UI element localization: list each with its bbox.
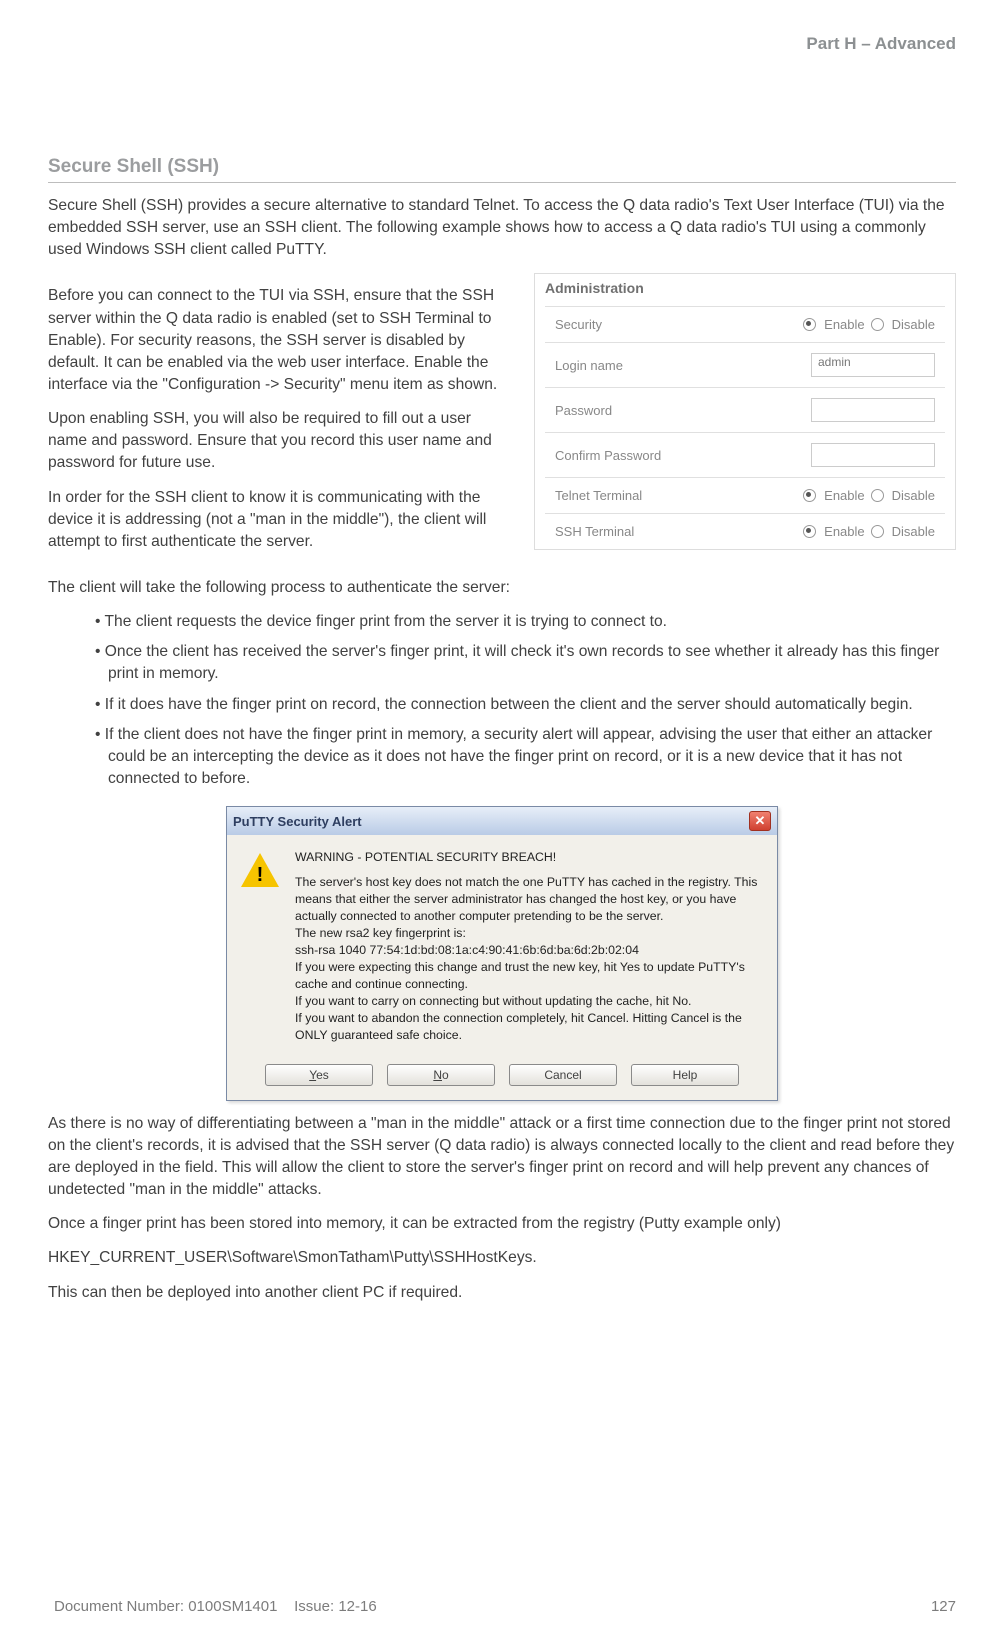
dialog-line: The server's host key does not match the…: [295, 874, 759, 925]
admin-row-ssh: SSH Terminal Enable Disable: [545, 513, 945, 549]
option-enable: Enable: [824, 317, 864, 332]
paragraph-3: Upon enabling SSH, you will also be requ…: [48, 408, 514, 474]
yes-button[interactable]: Yes: [265, 1064, 373, 1086]
label-confirmpassword: Confirm Password: [555, 448, 661, 463]
admin-row-confirmpassword: Confirm Password: [545, 432, 945, 477]
issue: Issue: 12-16: [294, 1598, 377, 1615]
putty-dialog: PuTTY Security Alert ✕ WARNING - POTENTI…: [226, 806, 778, 1101]
radio-ssh-disable[interactable]: [871, 525, 884, 538]
paragraph-4: In order for the SSH client to know it i…: [48, 487, 514, 553]
radio-security-enable[interactable]: [803, 318, 816, 331]
label-password: Password: [555, 403, 612, 418]
input-loginname[interactable]: admin: [811, 353, 935, 377]
label-loginname: Login name: [555, 358, 623, 373]
dialog-line: If you want to abandon the connection co…: [295, 1010, 759, 1044]
option-disable: Disable: [892, 524, 935, 539]
bullet-item: The client requests the device finger pr…: [108, 611, 956, 633]
input-password[interactable]: [811, 398, 935, 422]
no-rest: o: [442, 1068, 449, 1082]
radio-ssh-enable[interactable]: [803, 525, 816, 538]
dialog-line: If you want to carry on connecting but w…: [295, 993, 759, 1010]
dialog-title: PuTTY Security Alert: [233, 814, 362, 829]
doc-number: Document Number: 0100SM1401: [54, 1598, 277, 1615]
admin-row-telnet: Telnet Terminal Enable Disable: [545, 477, 945, 513]
section-title: Secure Shell (SSH): [48, 156, 956, 183]
option-enable: Enable: [824, 524, 864, 539]
page-number: 127: [931, 1598, 956, 1615]
dialog-body: WARNING - POTENTIAL SECURITY BREACH! The…: [227, 835, 777, 1058]
dialog-titlebar: PuTTY Security Alert ✕: [227, 807, 777, 835]
option-disable: Disable: [892, 488, 935, 503]
paragraph-8: HKEY_CURRENT_USER\Software\SmonTatham\Pu…: [48, 1247, 956, 1269]
yes-rest: es: [316, 1068, 329, 1082]
bullet-item: If it does have the finger print on reco…: [108, 694, 956, 716]
cancel-button[interactable]: Cancel: [509, 1064, 617, 1086]
bullet-item: Once the client has received the server'…: [108, 641, 956, 685]
paragraph-5: The client will take the following proce…: [48, 577, 956, 599]
option-disable: Disable: [892, 317, 935, 332]
part-header: Part H – Advanced: [806, 34, 956, 54]
close-icon[interactable]: ✕: [749, 811, 771, 831]
page-footer: Document Number: 0100SM1401 Issue: 12-16…: [54, 1598, 956, 1615]
admin-row-loginname: Login name admin: [545, 342, 945, 387]
label-security: Security: [555, 317, 602, 332]
paragraph-6: As there is no way of differentiating be…: [48, 1113, 956, 1202]
radio-telnet-disable[interactable]: [871, 489, 884, 502]
admin-panel: Administration Security Enable Disable L…: [534, 273, 956, 550]
bullet-list: The client requests the device finger pr…: [48, 611, 956, 790]
warning-icon: [241, 853, 279, 887]
dialog-line: The new rsa2 key fingerprint is:: [295, 925, 759, 942]
dialog-line: If you were expecting this change and tr…: [295, 959, 759, 993]
bullet-item: If the client does not have the finger p…: [108, 724, 956, 790]
admin-title: Administration: [535, 274, 955, 306]
option-enable: Enable: [824, 488, 864, 503]
help-button[interactable]: Help: [631, 1064, 739, 1086]
admin-row-password: Password: [545, 387, 945, 432]
input-confirmpassword[interactable]: [811, 443, 935, 467]
no-button[interactable]: No: [387, 1064, 495, 1086]
admin-row-security: Security Enable Disable: [545, 306, 945, 342]
radio-security-disable[interactable]: [871, 318, 884, 331]
dialog-buttons: Yes No Cancel Help: [227, 1058, 777, 1100]
dialog-line: ssh-rsa 1040 77:54:1d:bd:08:1a:c4:90:41:…: [295, 942, 759, 959]
label-telnet: Telnet Terminal: [555, 488, 642, 503]
paragraph-intro: Secure Shell (SSH) provides a secure alt…: [48, 195, 956, 261]
label-ssh: SSH Terminal: [555, 524, 634, 539]
paragraph-7: Once a finger print has been stored into…: [48, 1213, 956, 1235]
paragraph-9: This can then be deployed into another c…: [48, 1282, 956, 1304]
dialog-line: WARNING - POTENTIAL SECURITY BREACH!: [295, 849, 759, 866]
paragraph-2: Before you can connect to the TUI via SS…: [48, 285, 514, 396]
radio-telnet-enable[interactable]: [803, 489, 816, 502]
